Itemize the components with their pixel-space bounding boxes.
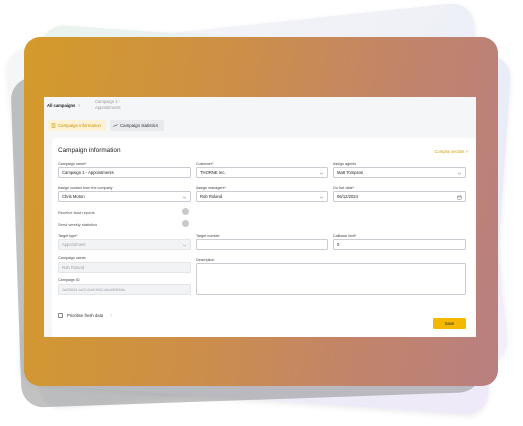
chevron-down-icon (319, 196, 324, 199)
receive-lead-reports-label: Receive lead reports (58, 210, 95, 215)
assign-managers-label: Assign managers* (196, 186, 226, 190)
chevron-down-icon (182, 244, 187, 247)
target-type-select[interactable]: Appointment (58, 239, 191, 250)
callback-limit-input[interactable]: 0 (333, 239, 466, 250)
customer-value: THORNE Inc. (200, 170, 226, 175)
target-number-label: Target number (196, 234, 220, 238)
campaign-id-input: 2a403064-1a23-41a9-9602-d6cb0b9f4dfa (58, 284, 191, 295)
go-live-date-input[interactable]: 06/12/2024 (333, 191, 466, 202)
assign-agents-value: Matt Tompson (337, 170, 364, 175)
send-weekly-statistics-toggle[interactable] (182, 220, 189, 227)
assign-agents-label: Assign agents (333, 162, 357, 166)
help-icon[interactable]: ? (110, 313, 112, 318)
prioritise-label: Prioritise fresh data (67, 313, 104, 318)
customer-label: Customer* (196, 162, 214, 166)
tab-campaign-statistics[interactable]: Campaign statistics (110, 120, 164, 131)
campaign-name-label: Campaign name* (58, 162, 87, 166)
assign-agents-select[interactable]: Matt Tompson (333, 167, 466, 178)
customer-select[interactable]: THORNE Inc. (196, 167, 328, 178)
app-window: All campaigns > Campaign 1 - Appointment… (44, 97, 476, 337)
assign-contact-label: Assign contact from the company (58, 186, 113, 190)
campaign-owner-value: Rob Roland (62, 265, 85, 270)
chevron-down-icon (457, 172, 462, 175)
breadcrumb-separator: > (78, 103, 81, 108)
campaign-owner-input: Rob Roland (58, 262, 191, 273)
campaign-owner-label: Campaign owner (58, 256, 86, 260)
breadcrumb: All campaigns > Campaign 1 - Appointment… (44, 97, 476, 117)
callback-limit-value: 0 (337, 242, 340, 247)
campaign-id-label: Campaign ID (58, 278, 80, 282)
assign-managers-value: Rob Roland (200, 194, 223, 199)
assign-managers-select[interactable]: Rob Roland (196, 191, 328, 202)
tab-label: Campaign statistics (120, 123, 159, 128)
description-label: Description (196, 258, 215, 262)
document-icon (51, 123, 56, 128)
prioritise-checkbox[interactable] (58, 313, 63, 318)
breadcrumb-home[interactable]: All campaigns (47, 103, 75, 108)
campaign-id-value: 2a403064-1a23-41a9-9602-d6cb0b9f4dfa (62, 288, 125, 292)
campaign-name-value: Campaign 1 - Appointments (62, 170, 114, 175)
chart-icon (113, 123, 118, 128)
breadcrumb-current: Campaign 1 - Appointments (95, 99, 121, 110)
target-type-label: Target type* (58, 234, 78, 238)
tab-bar: Campaign information Campaign statistics (44, 117, 476, 133)
campaign-name-input[interactable]: Campaign 1 - Appointments (58, 167, 191, 178)
calendar-icon[interactable] (457, 195, 462, 200)
chevron-down-icon (182, 196, 187, 199)
send-weekly-statistics-label: Send weekly statistics (58, 222, 98, 227)
tab-campaign-information[interactable]: Campaign information (48, 120, 106, 131)
tab-label: Campaign information (58, 123, 101, 128)
target-number-input[interactable] (196, 239, 328, 250)
go-live-date-value: 06/12/2024 (337, 194, 358, 199)
compose-section-link[interactable]: Compse section > (434, 149, 468, 154)
go-live-date-label: Go live date* (333, 186, 355, 190)
assign-contact-select[interactable]: Chris Moton (58, 191, 191, 202)
panel-title: Campaign information (58, 147, 121, 154)
target-type-value: Appointment (62, 242, 86, 247)
chevron-down-icon (319, 172, 324, 175)
assign-contact-value: Chris Moton (62, 194, 85, 199)
campaign-info-panel: Campaign information Compse section > Ca… (52, 138, 476, 337)
callback-limit-label: Callback limit* (333, 234, 357, 238)
receive-lead-reports-toggle[interactable] (182, 208, 189, 215)
save-button[interactable]: Save (433, 318, 466, 329)
description-textarea[interactable] (196, 263, 466, 295)
stage: All campaigns > Campaign 1 - Appointment… (0, 0, 523, 426)
